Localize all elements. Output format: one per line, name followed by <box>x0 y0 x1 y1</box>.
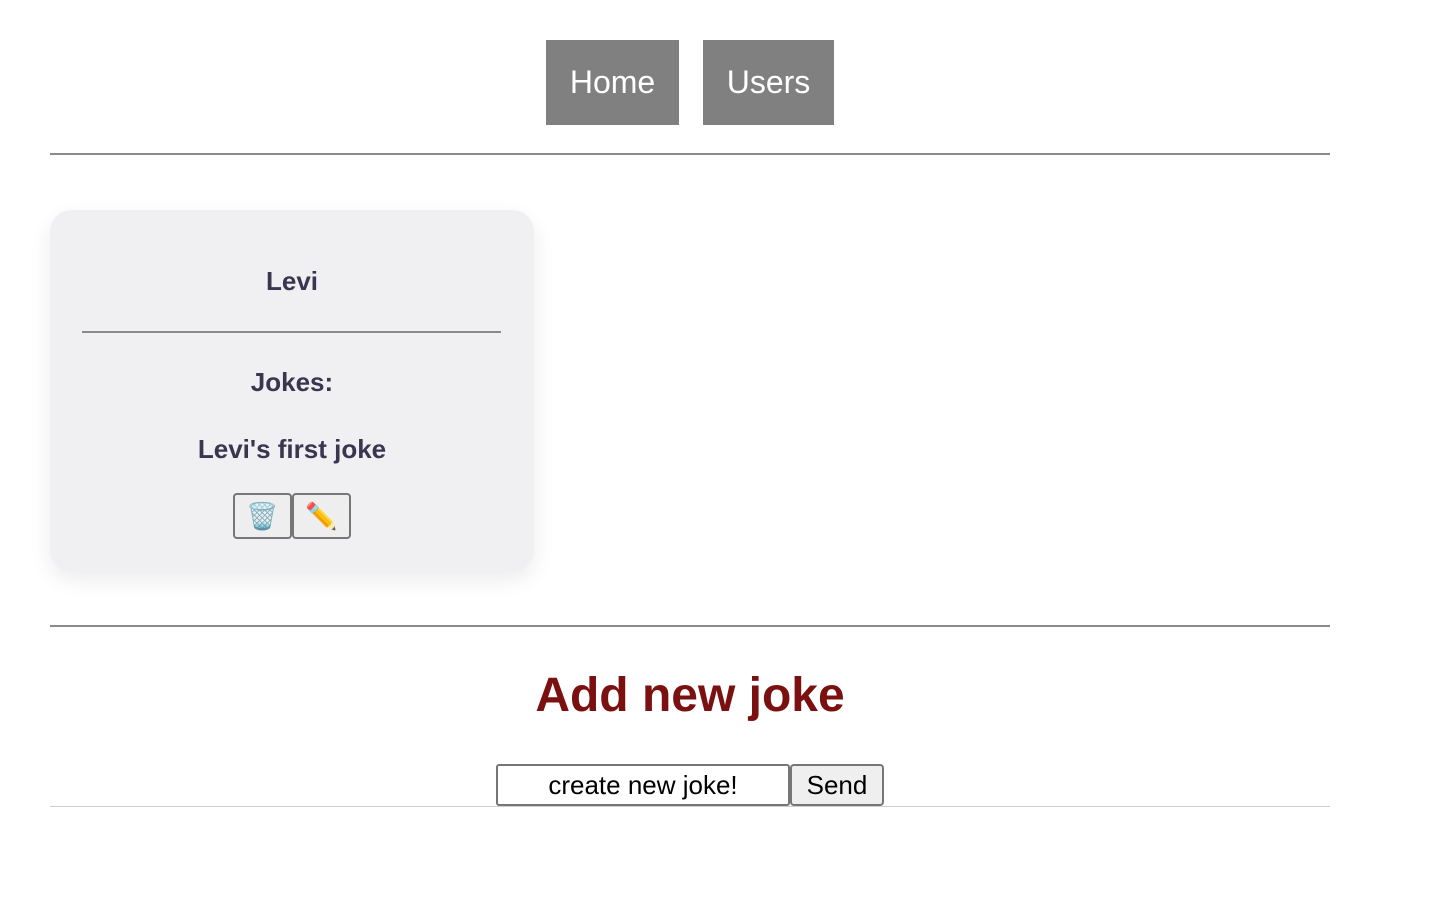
pencil-icon: ✏️ <box>305 500 338 531</box>
user-card: Levi Jokes: Levi's first joke 🗑️ ✏️ <box>50 210 534 572</box>
middle-divider <box>50 625 1330 627</box>
new-joke-input[interactable] <box>496 764 790 806</box>
trash-can-icon: 🗑️ <box>246 500 279 531</box>
nav-home-button[interactable]: Home <box>546 40 679 125</box>
jokes-label: Jokes: <box>250 367 334 397</box>
user-name: Levi <box>265 266 319 296</box>
add-joke-form: Send <box>496 764 884 806</box>
bottom-divider <box>50 806 1330 807</box>
card-divider <box>82 331 501 333</box>
main-nav: Home Users <box>0 40 1380 125</box>
joke-text: Levi's first joke <box>197 434 387 464</box>
nav-users-button[interactable]: Users <box>703 40 834 125</box>
add-joke-title: Add new joke <box>535 669 845 722</box>
joke-actions: 🗑️ ✏️ <box>233 493 351 539</box>
edit-joke-button[interactable]: ✏️ <box>292 493 351 539</box>
top-divider <box>50 153 1330 155</box>
delete-joke-button[interactable]: 🗑️ <box>233 493 292 539</box>
send-button[interactable]: Send <box>790 764 884 806</box>
